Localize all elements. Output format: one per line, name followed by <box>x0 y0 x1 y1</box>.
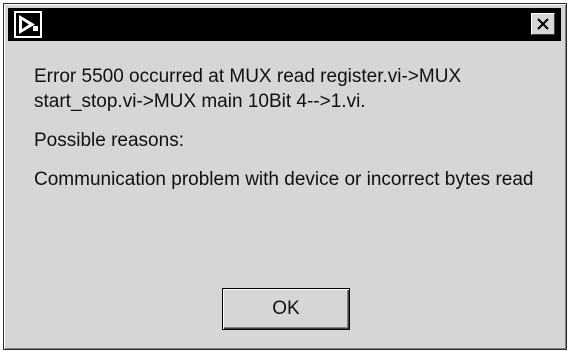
labview-vi-icon[interactable] <box>14 11 42 38</box>
possible-reasons-heading: Possible reasons: <box>34 130 184 151</box>
error-message-text: Error 5500 occurred at MUX read register… <box>34 66 462 112</box>
close-icon <box>537 18 549 30</box>
ok-button-label: OK <box>272 298 300 319</box>
error-dialog-window: Error 5500 occurred at MUX read register… <box>3 3 567 350</box>
title-bar[interactable] <box>8 8 561 41</box>
ok-button[interactable]: OK <box>222 288 350 330</box>
message-area: Error 5500 occurred at MUX read register… <box>34 64 544 192</box>
reason-detail-text: Communication problem with device or inc… <box>34 169 534 190</box>
close-button[interactable] <box>531 13 555 35</box>
